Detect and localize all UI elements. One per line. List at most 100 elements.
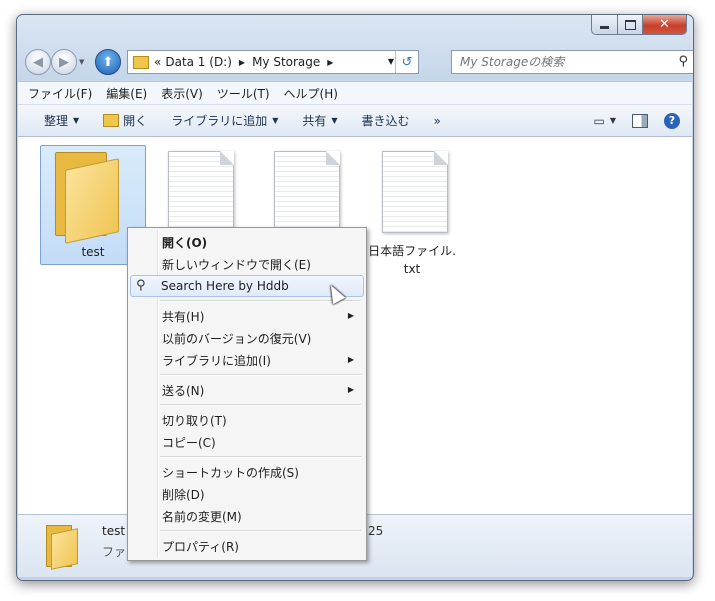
menu-item-label: 切り取り(T) xyxy=(162,413,227,428)
menu-item-copy[interactable]: コピー(C) xyxy=(131,431,363,453)
organize-label: 整理 xyxy=(44,114,69,128)
help-icon[interactable]: ? xyxy=(664,112,680,129)
preview-pane-button[interactable] xyxy=(632,113,648,128)
menu-item-create-shortcut[interactable]: ショートカットの作成(S) xyxy=(131,461,363,483)
folder-icon xyxy=(55,152,119,244)
document-icon xyxy=(382,151,448,233)
submenu-arrow-icon: ▶ xyxy=(347,385,354,394)
menu-item-properties[interactable]: プロパティ(R) xyxy=(131,535,363,557)
address-dropdown-icon[interactable]: ▼ xyxy=(388,57,394,66)
maximize-button[interactable] xyxy=(618,15,643,35)
more-label: » xyxy=(433,113,441,128)
menu-item-restore-versions[interactable]: 以前のバージョンの復元(V) xyxy=(131,327,363,349)
search-input[interactable] xyxy=(458,54,672,70)
file-name-line1: 日本語ファイル. xyxy=(368,244,456,258)
add-to-library-button[interactable]: ライブラリに追加 ▼ xyxy=(171,112,278,129)
menu-item-share[interactable]: 共有(H) ▶ xyxy=(131,305,363,327)
breadcrumb-overflow[interactable]: « xyxy=(154,55,161,69)
document-icon xyxy=(274,151,340,233)
menu-file[interactable]: ファイル(F) xyxy=(28,85,92,102)
caption-buttons: ✕ xyxy=(591,15,687,35)
forward-button[interactable]: ▶ xyxy=(51,49,77,75)
breadcrumb-drive[interactable]: Data 1 (D:) xyxy=(165,55,232,69)
menu-separator xyxy=(160,456,361,458)
open-button[interactable]: 開く xyxy=(103,112,147,129)
menu-separator xyxy=(160,404,361,406)
minimize-button[interactable] xyxy=(591,15,618,35)
view-icon: ▭ xyxy=(593,113,605,128)
history-dropdown-icon[interactable]: ▼ xyxy=(79,58,84,66)
search-icon[interactable]: ⚲ xyxy=(678,54,688,69)
menu-item-open-new-window[interactable]: 新しいウィンドウで開く(E) xyxy=(131,253,363,275)
menu-item-label: 削除(D) xyxy=(162,487,205,502)
forward-arrow-icon: ▶ xyxy=(59,54,69,70)
breadcrumb-my-storage[interactable]: My Storage xyxy=(252,55,320,69)
menu-item-label: 新しいウィンドウで開く(E) xyxy=(162,257,311,272)
menu-view[interactable]: 表示(V) xyxy=(161,85,203,102)
submenu-arrow-icon: ▶ xyxy=(347,355,354,364)
search-box[interactable]: ⚲ xyxy=(451,50,693,74)
menu-bar: ファイル(F) 編集(E) 表示(V) ツール(T) ヘルプ(H) xyxy=(18,81,692,105)
menu-item-label: 送る(N) xyxy=(162,383,205,398)
maximize-icon xyxy=(624,19,636,30)
address-bar[interactable]: « Data 1 (D:) ▶ My Storage ▶ ▼ ↺ xyxy=(127,50,419,74)
dropdown-arrow-icon: ▼ xyxy=(272,116,279,125)
menu-item-label: 以前のバージョンの復元(V) xyxy=(162,331,312,346)
menu-item-label: プロパティ(R) xyxy=(162,539,239,554)
dropdown-arrow-icon: ▼ xyxy=(331,116,338,125)
menu-tools[interactable]: ツール(T) xyxy=(217,85,270,102)
dropdown-arrow-icon: ▼ xyxy=(609,116,616,125)
menu-item-cut[interactable]: 切り取り(T) xyxy=(131,409,363,431)
organize-button[interactable]: 整理 ▼ xyxy=(44,112,79,129)
menu-item-label: Search Here by Hddb xyxy=(161,279,289,293)
menu-item-open[interactable]: 開く(O) xyxy=(131,231,363,253)
minimize-icon xyxy=(600,26,609,29)
back-arrow-icon: ◀ xyxy=(33,54,43,70)
search-icon: ⚲ xyxy=(136,278,146,293)
close-icon: ✕ xyxy=(659,17,670,32)
change-view-button[interactable]: ▭ ▼ xyxy=(594,114,617,128)
add-to-library-label: ライブラリに追加 xyxy=(171,114,268,128)
navigation-row: ◀ ▶ ▼ ⬆ « Data 1 (D:) ▶ My Storage ▶ ▼ ↺… xyxy=(25,49,693,75)
preview-pane-icon xyxy=(632,113,648,128)
details-name: test xyxy=(102,524,126,538)
view-controls: ▭ ▼ ? xyxy=(594,105,693,136)
context-menu: 開く(O) 新しいウィンドウで開く(E) ⚲ Search Here by Hdd… xyxy=(127,227,367,561)
share-label: 共有 xyxy=(302,114,327,128)
dropdown-arrow-icon: ▼ xyxy=(73,116,80,125)
more-button[interactable]: » xyxy=(434,114,441,128)
menu-item-add-to-library[interactable]: ライブラリに追加(I) ▶ xyxy=(131,349,363,371)
back-button[interactable]: ◀ xyxy=(25,49,51,75)
share-button[interactable]: 共有 ▼ xyxy=(302,112,337,129)
breadcrumb-separator-icon[interactable]: ▶ xyxy=(239,58,245,67)
burn-label: 書き込む xyxy=(361,114,410,128)
menu-help[interactable]: ヘルプ(H) xyxy=(284,85,338,102)
file-name-line2: txt xyxy=(403,262,421,276)
file-item-text-document[interactable]: 日本語ファイル. txt xyxy=(360,145,464,276)
refresh-button[interactable]: ↺ xyxy=(395,51,418,73)
menu-item-send-to[interactable]: 送る(N) ▶ xyxy=(131,379,363,401)
menu-item-rename[interactable]: 名前の変更(M) xyxy=(131,505,363,527)
burn-button[interactable]: 書き込む xyxy=(362,112,410,129)
submenu-arrow-icon: ▶ xyxy=(347,311,354,320)
menu-item-label: 共有(H) xyxy=(162,309,205,324)
menu-item-label: 開く(O) xyxy=(162,235,208,250)
folder-icon xyxy=(133,55,149,69)
file-item-label: 日本語ファイル. txt xyxy=(360,242,464,278)
close-button[interactable]: ✕ xyxy=(643,15,687,35)
menu-separator xyxy=(160,374,361,376)
menu-separator xyxy=(160,530,361,532)
command-bar: 整理 ▼ 開く ライブラリに追加 ▼ 共有 ▼ 書き込む » ▭ ▼ ? xyxy=(18,105,692,137)
document-icon xyxy=(168,151,234,233)
open-folder-icon xyxy=(103,114,120,127)
refresh-icon: ↺ xyxy=(401,54,413,70)
details-type: ファ xyxy=(102,545,127,559)
up-button[interactable]: ⬆ xyxy=(95,49,121,75)
folder-icon xyxy=(46,525,78,570)
open-label: 開く xyxy=(123,114,148,128)
menu-item-delete[interactable]: 削除(D) xyxy=(131,483,363,505)
menu-item-label: ライブラリに追加(I) xyxy=(162,353,271,368)
details-date: 25 xyxy=(368,524,384,538)
breadcrumb-separator-icon[interactable]: ▶ xyxy=(327,58,333,67)
menu-edit[interactable]: 編集(E) xyxy=(106,85,147,102)
